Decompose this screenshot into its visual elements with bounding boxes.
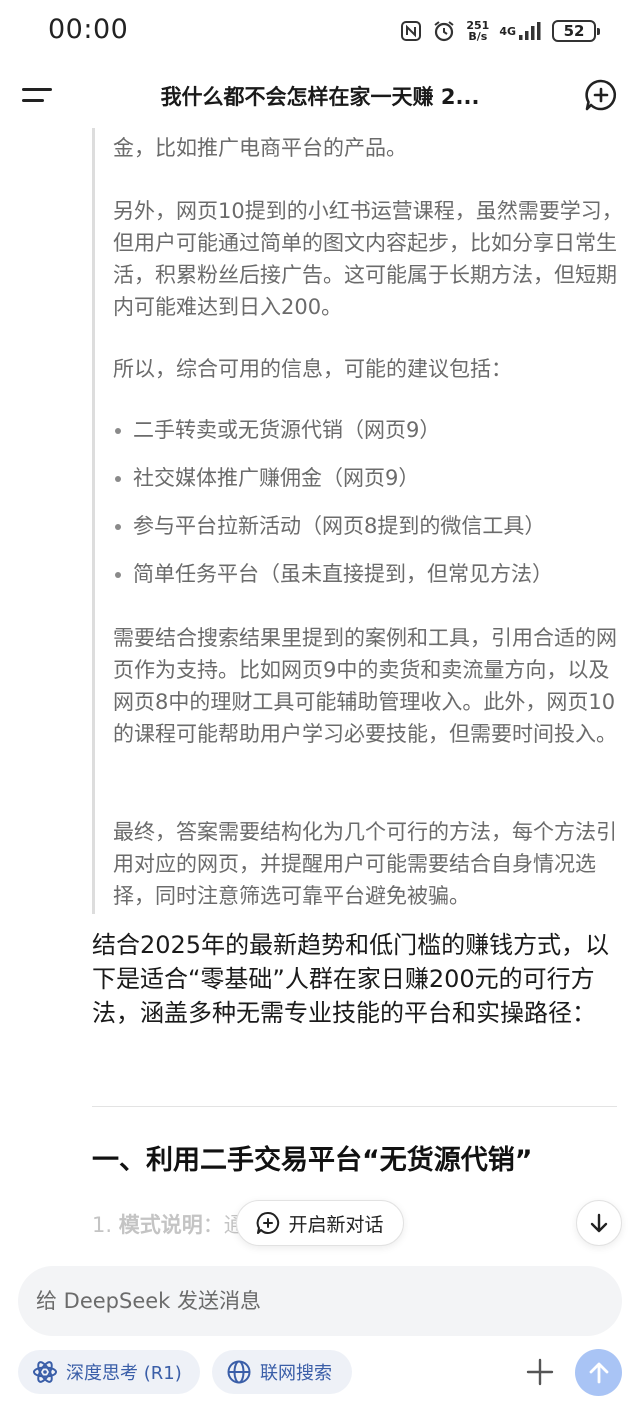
thinking-block: 金，比如推广电商平台的产品。 另外，网页10提到的小红书运营课程，虽然需要学习，… <box>92 128 623 914</box>
deep-think-toggle[interactable]: 深度思考 (R1) <box>18 1350 200 1394</box>
new-chat-icon[interactable] <box>584 78 618 112</box>
nfc-icon <box>400 20 422 42</box>
item-label: 模式说明 <box>118 1213 203 1237</box>
status-icons: 251 B/s 4G 52 <box>400 16 600 46</box>
battery-icon: 52 <box>552 20 600 42</box>
divider <box>92 1106 617 1107</box>
arrow-up-icon <box>589 1362 608 1383</box>
attach-button[interactable] <box>520 1352 560 1392</box>
item-number: 1. <box>92 1213 113 1237</box>
new-chat-icon <box>257 1211 280 1234</box>
list-item: 社交媒体推广赚佣金（网页9） <box>113 462 623 510</box>
page-title: 我什么都不会怎样在家一天赚 2... <box>160 85 480 109</box>
section-heading: 一、利用二手交易平台“无货源代销” <box>92 1145 533 1176</box>
deep-think-label: 深度思考 (R1) <box>66 1363 182 1384</box>
thinking-bullets: 二手转卖或无货源代销（网页9） 社交媒体推广赚佣金（网页9） 参与平台拉新活动（… <box>113 414 623 606</box>
list-item: 简单任务平台（虽未直接提到，但常见方法） <box>113 558 623 606</box>
alarm-icon <box>432 19 456 43</box>
menu-icon[interactable] <box>22 80 56 110</box>
thinking-paragraph: 金，比如推广电商平台的产品。 <box>113 136 407 160</box>
battery-level: 52 <box>563 22 585 40</box>
thinking-paragraph: 最终，答案需要结构化为几个可行的方法，每个方法引用对应的网页，并提醒用户可能需要… <box>113 820 617 908</box>
signal-icon <box>519 22 541 40</box>
thinking-paragraph: 所以，综合可用的信息，可能的建议包括： <box>113 357 512 381</box>
status-bar: 00:00 251 B/s 4G 52 <box>0 0 640 62</box>
scroll-down-button[interactable] <box>576 1200 622 1246</box>
network-gen: 4G <box>499 24 516 38</box>
answer-intro: 结合2025年的最新趋势和低门槛的赚钱方式，以下是适合“零基础”人群在家日赚20… <box>92 931 610 1027</box>
new-chat-button[interactable]: 开启新对话 <box>236 1200 404 1246</box>
list-item: 参与平台拉新活动（网页8提到的微信工具） <box>113 510 623 558</box>
globe-icon <box>227 1360 251 1384</box>
arrow-down-icon <box>590 1213 608 1233</box>
net-speed: 251 B/s <box>466 20 489 42</box>
thinking-paragraph: 需要结合搜索结果里提到的案例和工具，引用合适的网页作为支持。比如网页9中的卖货和… <box>113 626 617 746</box>
web-search-toggle[interactable]: 联网搜索 <box>212 1350 352 1394</box>
atom-icon <box>33 1361 57 1383</box>
web-search-label: 联网搜索 <box>260 1363 332 1384</box>
signal-group: 4G <box>499 21 542 41</box>
net-speed-unit: B/s <box>468 30 488 43</box>
list-item: 二手转卖或无货源代销（网页9） <box>113 414 623 462</box>
status-time: 00:00 <box>48 14 129 45</box>
thinking-paragraph: 另外，网页10提到的小红书运营课程，虽然需要学习，但用户可能通过简单的图文内容起… <box>113 199 623 319</box>
new-chat-label: 开启新对话 <box>288 1213 384 1236</box>
plus-icon <box>526 1358 554 1386</box>
send-button[interactable] <box>575 1349 622 1396</box>
app-header: 我什么都不会怎样在家一天赚 2... <box>0 62 640 128</box>
message-input-box[interactable] <box>18 1266 622 1336</box>
message-input[interactable] <box>36 1266 596 1336</box>
